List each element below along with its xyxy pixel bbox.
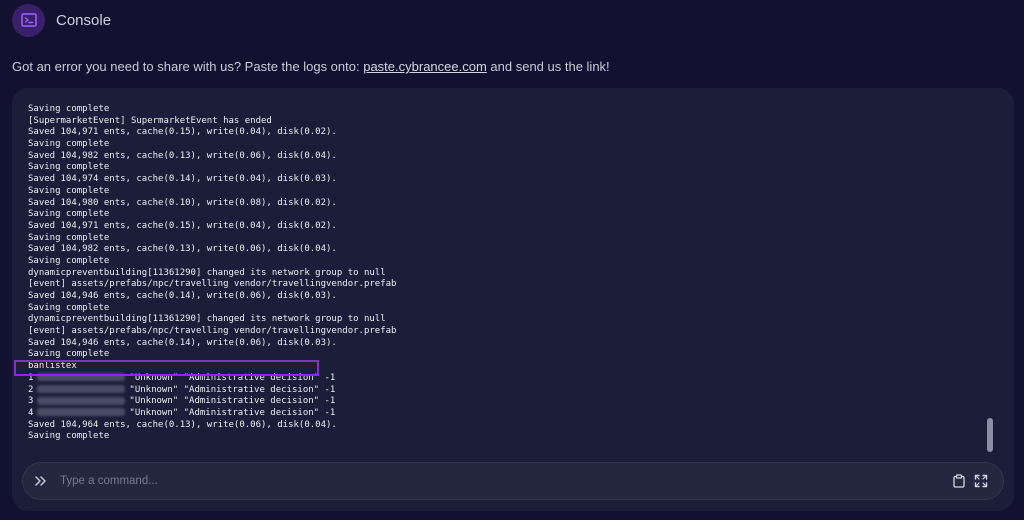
redacted-steamid (37, 373, 126, 382)
ban-entry-detail: "Unknown" "Administrative decision" -1 (129, 384, 336, 395)
ban-entry-detail: "Unknown" "Administrative decision" -1 (129, 372, 336, 383)
log-line: [SupermarketEvent] SupermarketEvent has … (28, 115, 272, 126)
expand-icon[interactable] (973, 473, 989, 489)
log-line: Saved 104,982 ents, cache(0.13), write(0… (28, 244, 337, 255)
log-line: Saved 104,971 ents, cache(0.15), write(0… (28, 220, 337, 231)
command-bar (22, 462, 1004, 500)
ban-entry-number: 4 (28, 407, 34, 418)
redacted-steamid (37, 396, 126, 405)
ban-entry: 2 "Unknown" "Administrative decision" -1 (28, 385, 968, 397)
log-line: Saving complete (28, 232, 110, 243)
ban-entry: 1 "Unknown" "Administrative decision" -1 (28, 373, 968, 385)
log-line: Saved 104,980 ents, cache(0.10), write(0… (28, 197, 337, 208)
log-line: [event] assets/prefabs/npc/travelling ve… (28, 279, 397, 290)
notice-suffix: and send us the link! (486, 59, 610, 74)
log-line: [event] assets/prefabs/npc/travelling ve… (28, 326, 397, 337)
command-input[interactable] (58, 474, 951, 488)
log-line: Saved 104,946 ents, cache(0.14), write(0… (28, 291, 337, 301)
share-logs-notice: Got an error you need to share with us? … (12, 59, 610, 74)
log-line: Saving complete (28, 349, 110, 360)
ban-entry-number: 1 (28, 372, 34, 383)
log-line: Saving complete (28, 209, 110, 220)
chevrons-right-icon (34, 474, 48, 488)
console-header: Console (12, 2, 111, 38)
page-title: Console (56, 11, 112, 29)
log-line: Saving complete (28, 302, 110, 313)
log-line-command: banlistex (28, 361, 77, 372)
redacted-steamid (37, 408, 126, 417)
log-line: Saved 104,971 ents, cache(0.15), write(0… (28, 127, 337, 138)
log-line: Saved 104,974 ents, cache(0.14), write(0… (28, 174, 337, 185)
ban-entry-detail: "Unknown" "Administrative decision" -1 (129, 407, 336, 418)
console-log: Saving complete [SupermarketEvent] Super… (28, 104, 968, 443)
paste-link[interactable]: paste.cybrancee.com (363, 59, 487, 74)
ban-entry: 3 "Unknown" "Administrative decision" -1 (28, 396, 968, 408)
log-line: dynamicpreventbuilding[11361290] changed… (28, 267, 386, 278)
log-line: Saved 104,946 ents, cache(0.14), write(0… (28, 337, 337, 348)
log-line: Saving complete (28, 431, 110, 442)
ban-entry-detail: "Unknown" "Administrative decision" -1 (129, 396, 336, 407)
ban-entry: 4 "Unknown" "Administrative decision" -1 (28, 408, 968, 420)
console-panel: Saving complete [SupermarketEvent] Super… (12, 88, 1014, 511)
ban-entry-number: 2 (28, 384, 34, 395)
log-line: dynamicpreventbuilding[11361290] changed… (28, 314, 386, 325)
ban-entry-number: 3 (28, 396, 34, 407)
clipboard-icon[interactable] (951, 473, 967, 489)
log-line: Saving complete (28, 139, 110, 150)
notice-prefix: Got an error you need to share with us? … (12, 59, 364, 74)
log-line: Saved 104,964 ents, cache(0.13), write(0… (28, 419, 337, 430)
log-line: Saved 104,982 ents, cache(0.13), write(0… (28, 150, 337, 161)
redacted-steamid (37, 385, 126, 393)
log-line: Saving complete (28, 104, 110, 114)
terminal-icon (12, 3, 45, 37)
log-scrollbar[interactable] (987, 418, 993, 452)
log-line: Saving complete (28, 162, 110, 173)
log-line: Saving complete (28, 255, 110, 266)
log-line: Saving complete (28, 185, 110, 196)
